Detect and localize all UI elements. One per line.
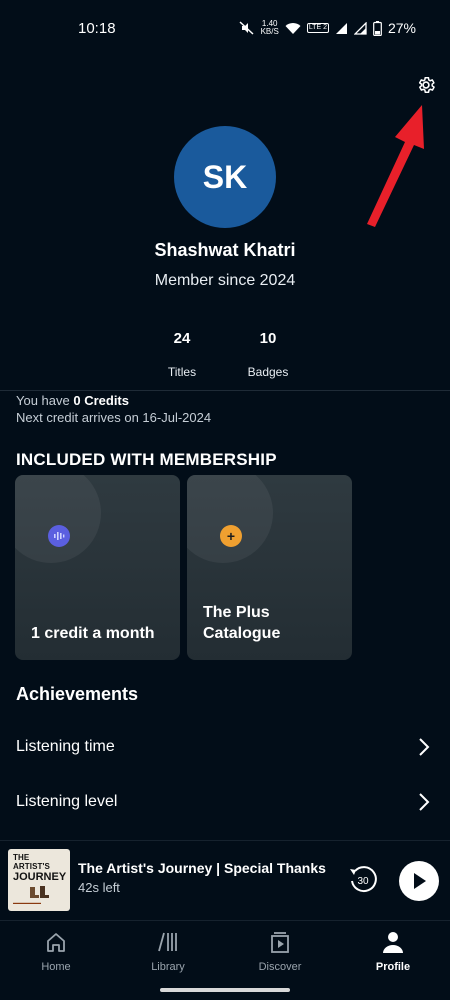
nav-home[interactable]: Home — [16, 929, 96, 973]
lte-badge: LTE 2 — [306, 23, 329, 33]
annotation-arrow — [367, 105, 424, 227]
credits-amount: 0 Credits — [73, 393, 129, 408]
cover-title-line2: JOURNEY — [13, 871, 67, 883]
achievement-listening-level[interactable]: Listening level — [0, 777, 450, 827]
net-speed: 1.40 KB/S — [261, 20, 279, 36]
cover-title-line1: THE ARTIST'S — [13, 853, 50, 871]
now-playing-title: The Artist's Journey | Special Thanks — [78, 860, 326, 876]
status-bar: 10:18 1.40 KB/S LTE 2 27% — [0, 0, 450, 56]
waveform-icon — [48, 525, 70, 547]
stat-titles[interactable]: 24 Titles — [142, 330, 222, 379]
credits-prefix: You have — [16, 393, 74, 408]
wifi-icon — [285, 22, 301, 34]
home-indicator — [160, 988, 290, 992]
nav-discover[interactable]: Discover — [240, 929, 320, 973]
membership-card-plus[interactable]: + The Plus Catalogue — [187, 475, 352, 660]
avatar: SK — [174, 126, 276, 228]
play-button[interactable] — [399, 861, 439, 901]
gear-icon — [418, 77, 435, 93]
card-label-plus: The Plus Catalogue — [203, 604, 281, 642]
now-playing-remaining: 42s left — [78, 880, 120, 895]
nav-library[interactable]: Library — [128, 929, 208, 973]
stat-badges-value: 10 — [259, 330, 277, 347]
nav-home-label: Home — [41, 961, 71, 973]
next-credit-date: Next credit arrives on 16-Jul-2024 — [16, 410, 212, 425]
battery-icon — [373, 20, 382, 36]
net-speed-unit: KB/S — [260, 27, 279, 36]
cover-author-mark: ▬▬▬▬▬▬▬ — [13, 900, 41, 905]
card-label-credit: 1 credit a month — [31, 625, 155, 642]
status-time: 10:18 — [78, 19, 116, 37]
achievement-listening-time[interactable]: Listening time — [0, 722, 450, 772]
divider — [0, 390, 450, 391]
stat-titles-label: Titles — [167, 365, 197, 379]
profile-name: Shashwat Khatri — [154, 240, 296, 260]
settings-button[interactable] — [414, 73, 438, 97]
book-cover: THE ARTIST'S JOURNEY ▬▬▬▬▬▬▬ — [8, 849, 70, 911]
nav-profile-label: Profile — [375, 961, 411, 973]
avatar-initials: SK — [202, 158, 248, 195]
card-glow — [15, 475, 101, 563]
battery-percent: 27% — [387, 20, 416, 36]
mute-icon — [239, 21, 254, 35]
membership-card-credit[interactable]: 1 credit a month — [15, 475, 180, 660]
signal-icon-2 — [353, 21, 367, 35]
discover-icon — [267, 929, 293, 955]
plus-icon: + — [220, 525, 242, 547]
credits-info: You have 0 Credits — [16, 393, 129, 408]
nav-profile[interactable]: Profile — [353, 929, 433, 973]
stat-badges-label: Badges — [247, 365, 289, 379]
membership-section-title: INCLUDED WITH MEMBERSHIP — [16, 450, 277, 469]
rewind-30-icon[interactable]: 30 — [346, 863, 380, 897]
chevron-right-icon — [419, 793, 430, 811]
stat-titles-value: 24 — [173, 330, 191, 347]
chevron-right-icon — [419, 738, 430, 756]
profile-icon — [380, 929, 406, 955]
home-icon — [43, 929, 69, 955]
nav-discover-label: Discover — [258, 961, 302, 973]
signal-icon — [335, 22, 347, 34]
stat-badges[interactable]: 10 Badges — [228, 330, 308, 379]
status-icons: 1.40 KB/S LTE 2 27% — [239, 20, 416, 36]
achievements-title: Achievements — [16, 684, 139, 704]
play-icon — [414, 873, 426, 889]
boots-illustration — [30, 886, 49, 898]
achievement-label: Listening level — [16, 793, 118, 810]
nav-library-label: Library — [151, 961, 185, 973]
rewind-label: 30 — [357, 876, 369, 887]
mini-player[interactable]: THE ARTIST'S JOURNEY ▬▬▬▬▬▬▬ The Artist'… — [0, 840, 450, 920]
achievement-label: Listening time — [16, 738, 115, 755]
card-glow — [187, 475, 273, 563]
member-since: Member since 2024 — [154, 272, 296, 289]
library-icon — [155, 929, 181, 955]
